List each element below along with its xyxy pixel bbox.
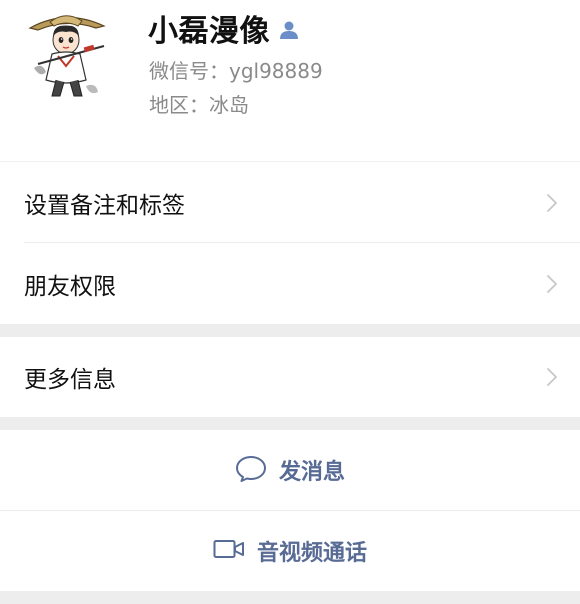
more-info-label: 更多信息 xyxy=(24,367,116,393)
profile-header: 小磊漫像 微信号：ygl98889 地区：冰岛 xyxy=(0,0,580,162)
more-info-row[interactable]: 更多信息 xyxy=(0,337,580,417)
chevron-right-icon xyxy=(546,366,558,388)
friend-permissions-label: 朋友权限 xyxy=(24,273,116,300)
video-camera-icon xyxy=(213,538,245,564)
region: 地区：冰岛 xyxy=(149,93,249,117)
send-message-button[interactable]: 发消息 xyxy=(0,430,580,510)
contact-name: 小磊漫像 xyxy=(148,14,270,49)
chevron-right-icon xyxy=(546,273,558,295)
name-row: 小磊漫像 xyxy=(148,8,300,49)
person-icon xyxy=(278,19,300,41)
video-call-button[interactable]: 音视频通话 xyxy=(0,511,580,591)
chat-bubble-icon xyxy=(235,454,267,486)
chevron-right-icon xyxy=(546,192,558,214)
wechat-id: 微信号：ygl98889 xyxy=(149,59,323,83)
friend-permissions-row[interactable]: 朋友权限 xyxy=(0,243,580,324)
remark-tags-label: 设置备注和标签 xyxy=(24,192,185,219)
remark-tags-row[interactable]: 设置备注和标签 xyxy=(0,162,580,243)
contact-profile-page: 小磊漫像 微信号：ygl98889 地区：冰岛 设置备注和标签 朋友权限 更多信… xyxy=(0,0,580,604)
cartoon-avatar-icon xyxy=(28,15,106,97)
video-call-label: 音视频通话 xyxy=(256,541,367,566)
send-message-label: 发消息 xyxy=(278,460,345,485)
avatar[interactable] xyxy=(24,6,108,102)
